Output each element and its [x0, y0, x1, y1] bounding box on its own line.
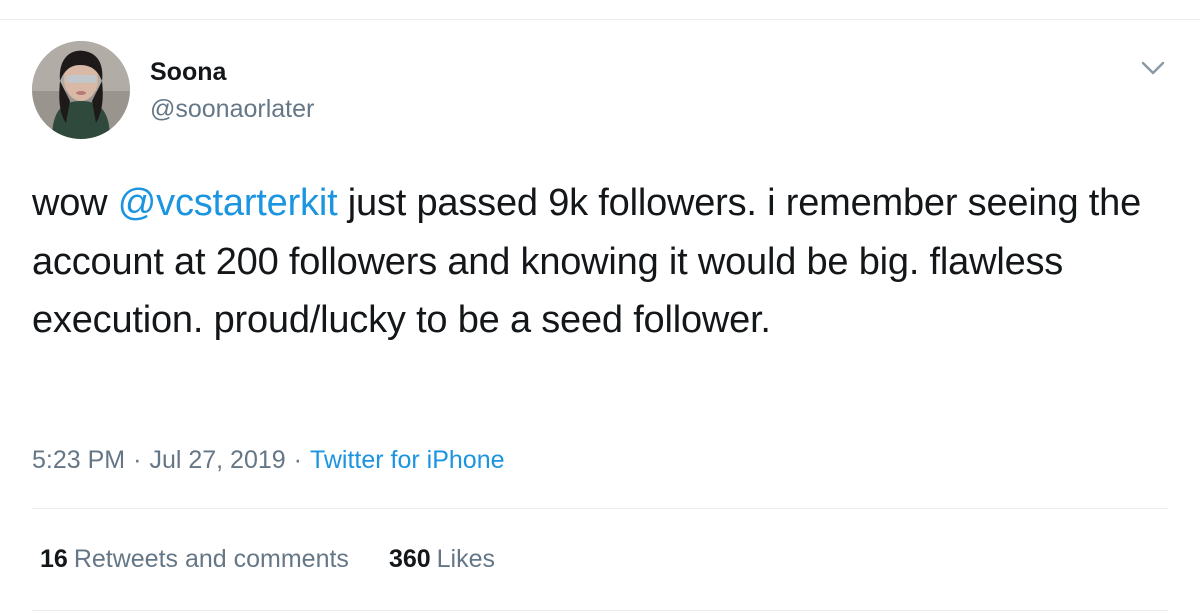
avatar[interactable] — [32, 41, 130, 139]
stats-divider — [32, 610, 1168, 611]
tweet-date[interactable]: Jul 27, 2019 — [149, 446, 285, 474]
tweet-meta: 5:23 PM · Jul 27, 2019 · Twitter for iPhone — [32, 444, 505, 476]
mention-link[interactable]: @vcstarterkit — [118, 182, 338, 224]
likes-label: Likes — [436, 545, 496, 573]
meta-divider — [32, 508, 1168, 509]
tweet-text-before: wow — [32, 182, 118, 224]
retweets-label: Retweets and comments — [73, 545, 349, 573]
top-divider — [0, 19, 1200, 20]
tweet-stats: 16 Retweets and comments 360 Likes — [40, 543, 495, 575]
meta-separator: · — [293, 446, 302, 474]
tweet-text: wow @vcstarterkit just passed 9k followe… — [32, 174, 1182, 350]
likes-count: 360 — [388, 545, 431, 573]
tweet-card: Soona @soonaorlater wow @vcstarterkit ju… — [0, 0, 1200, 614]
retweets-stat[interactable]: 16 Retweets and comments — [40, 543, 349, 575]
retweets-count: 16 — [40, 545, 68, 573]
author-handle[interactable]: @soonaorlater — [150, 93, 314, 125]
tweet-source-link[interactable]: Twitter for iPhone — [310, 446, 505, 474]
chevron-down-icon[interactable] — [1140, 56, 1166, 80]
meta-separator: · — [133, 446, 142, 474]
tweet-time[interactable]: 5:23 PM — [32, 446, 125, 474]
likes-stat[interactable]: 360 Likes — [389, 543, 495, 575]
avatar-image — [32, 41, 130, 139]
author-display-name[interactable]: Soona — [150, 56, 226, 88]
